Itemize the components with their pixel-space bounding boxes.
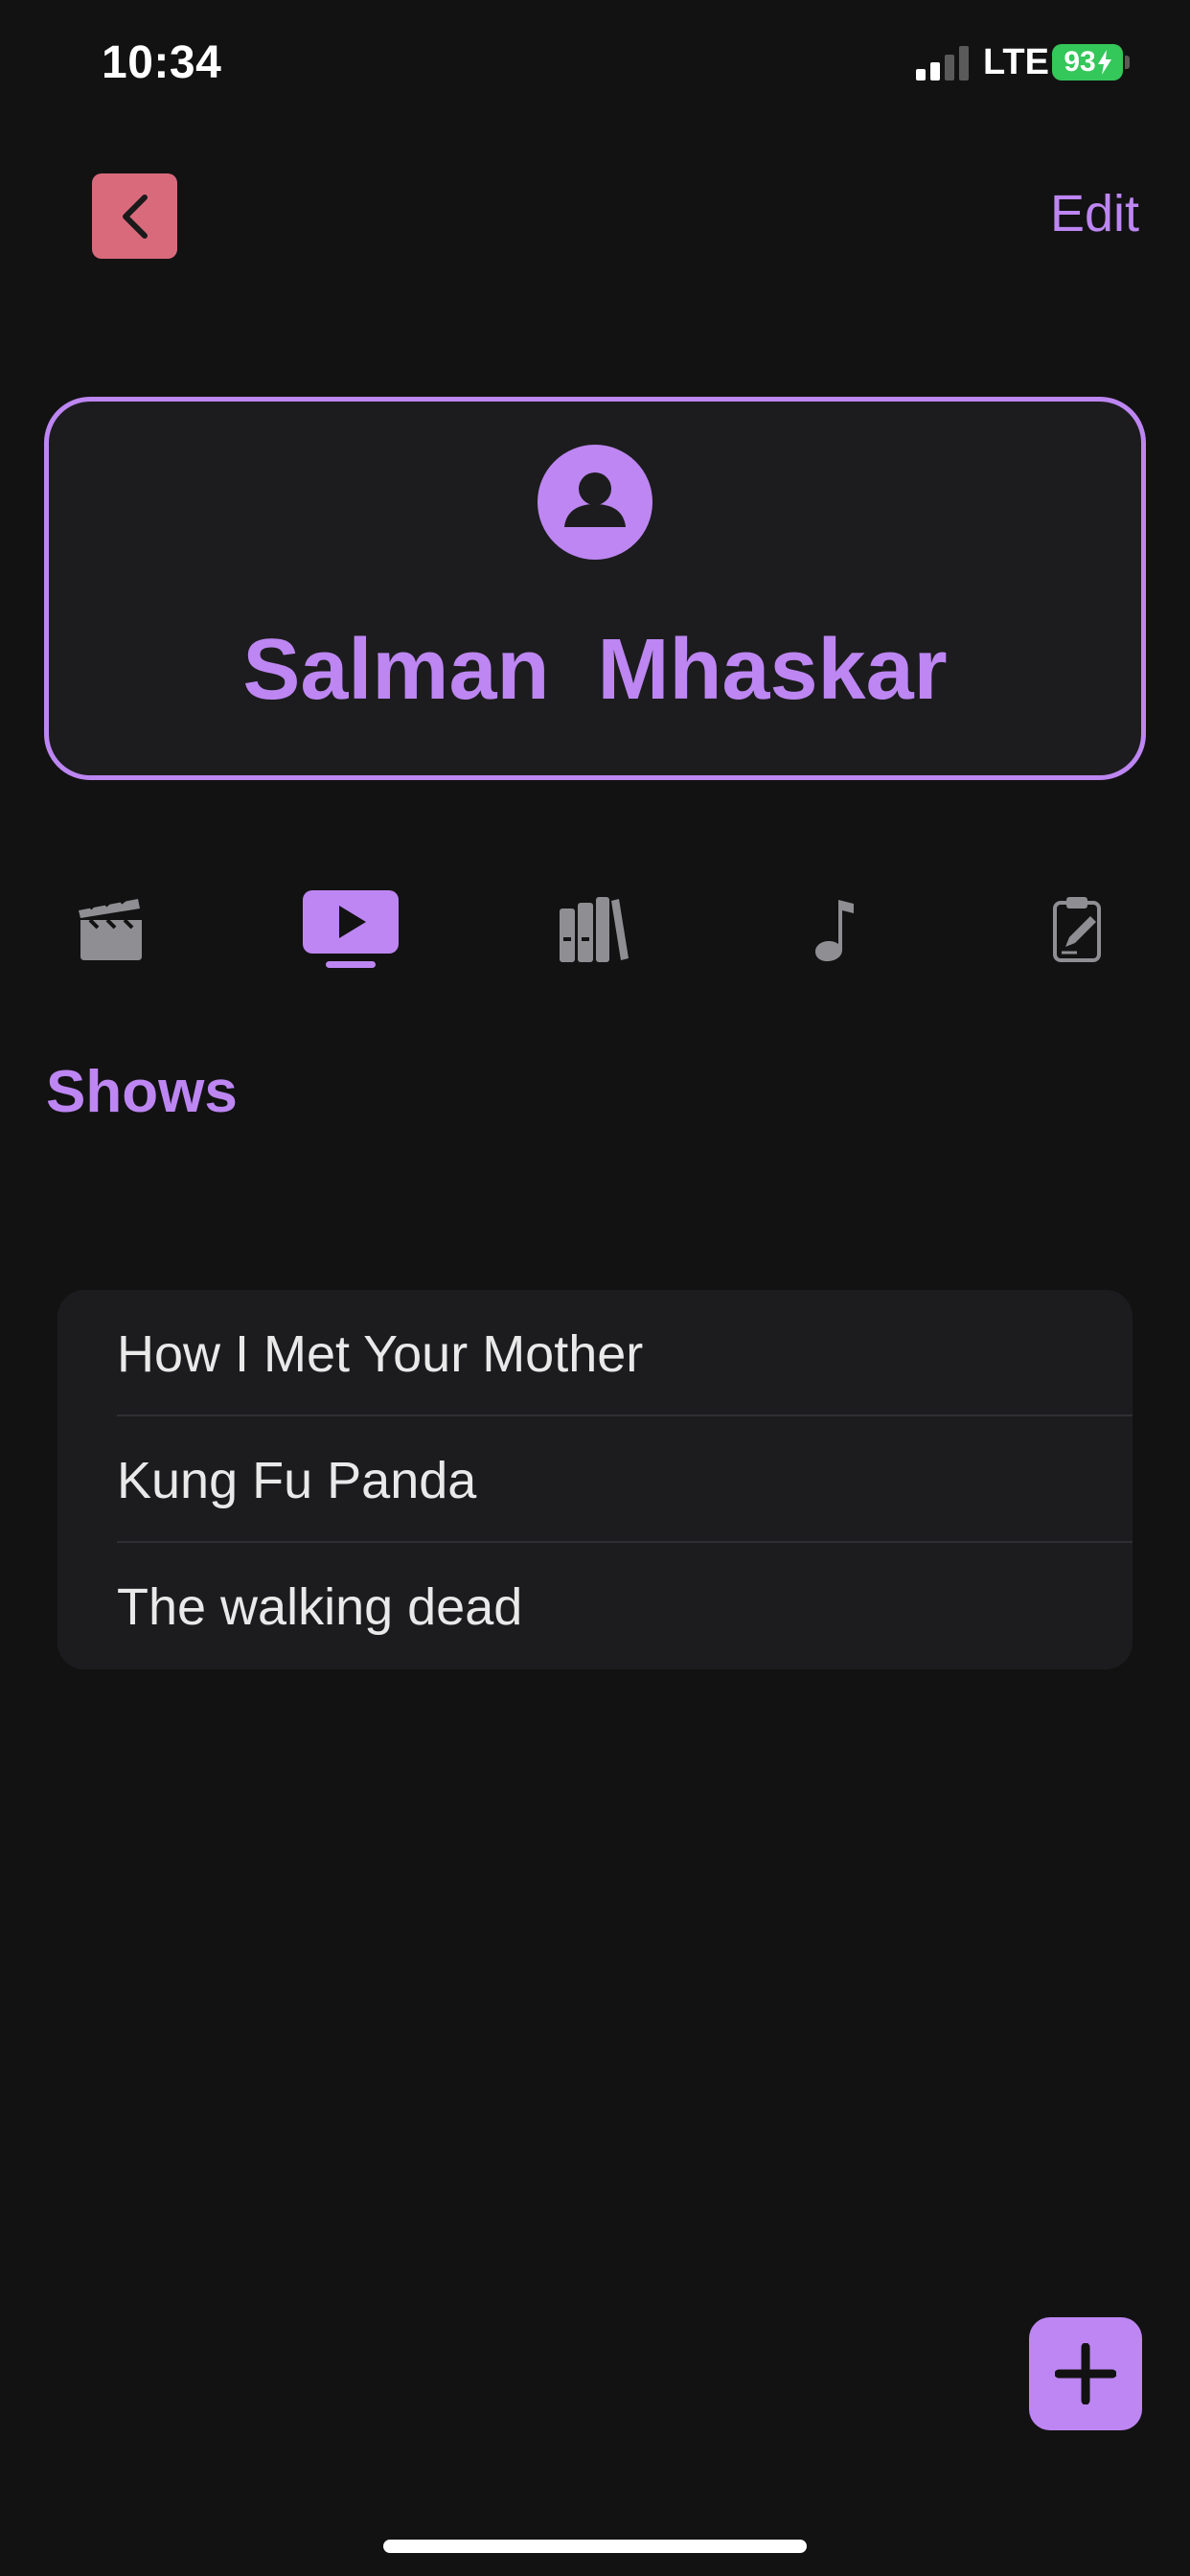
battery-level: 93 <box>1064 46 1096 78</box>
profile-name: Salman Mhaskar <box>242 622 948 718</box>
tab-notes[interactable] <box>1048 886 1110 974</box>
tab-books[interactable] <box>558 886 630 974</box>
list-item[interactable]: How I Met Your Mother <box>57 1290 1133 1416</box>
music-note-icon <box>815 900 854 961</box>
battery-icon: 93 <box>1052 44 1123 80</box>
person-circle-icon <box>538 445 652 560</box>
battery-nub <box>1125 56 1130 69</box>
chevron-left-icon <box>122 194 148 239</box>
tab-shows[interactable] <box>303 886 399 974</box>
edit-button[interactable]: Edit <box>1050 184 1139 243</box>
plus-icon <box>1055 2343 1116 2404</box>
clapperboard-icon <box>79 897 142 960</box>
network-type: LTE <box>983 42 1049 82</box>
list-item[interactable]: Kung Fu Panda <box>57 1416 1133 1543</box>
show-title: How I Met Your Mother <box>117 1325 644 1383</box>
home-indicator[interactable] <box>383 2540 807 2553</box>
status-time: 10:34 <box>102 37 222 88</box>
charging-bolt-icon <box>1097 50 1111 75</box>
shows-list: How I Met Your Mother Kung Fu Panda The … <box>57 1290 1133 1669</box>
back-button[interactable] <box>92 173 177 259</box>
tv-play-icon <box>303 890 399 968</box>
signal-strength-icon <box>916 46 969 80</box>
list-item[interactable]: The walking dead <box>57 1543 1133 1669</box>
tab-movies[interactable] <box>73 886 149 974</box>
books-icon <box>560 897 629 962</box>
show-title: Kung Fu Panda <box>117 1452 477 1509</box>
clipboard-edit-icon <box>1053 897 1101 962</box>
section-title: Shows <box>46 1059 238 1125</box>
add-show-button[interactable] <box>1029 2317 1142 2430</box>
tab-music[interactable] <box>812 886 860 974</box>
show-title: The walking dead <box>117 1578 523 1636</box>
